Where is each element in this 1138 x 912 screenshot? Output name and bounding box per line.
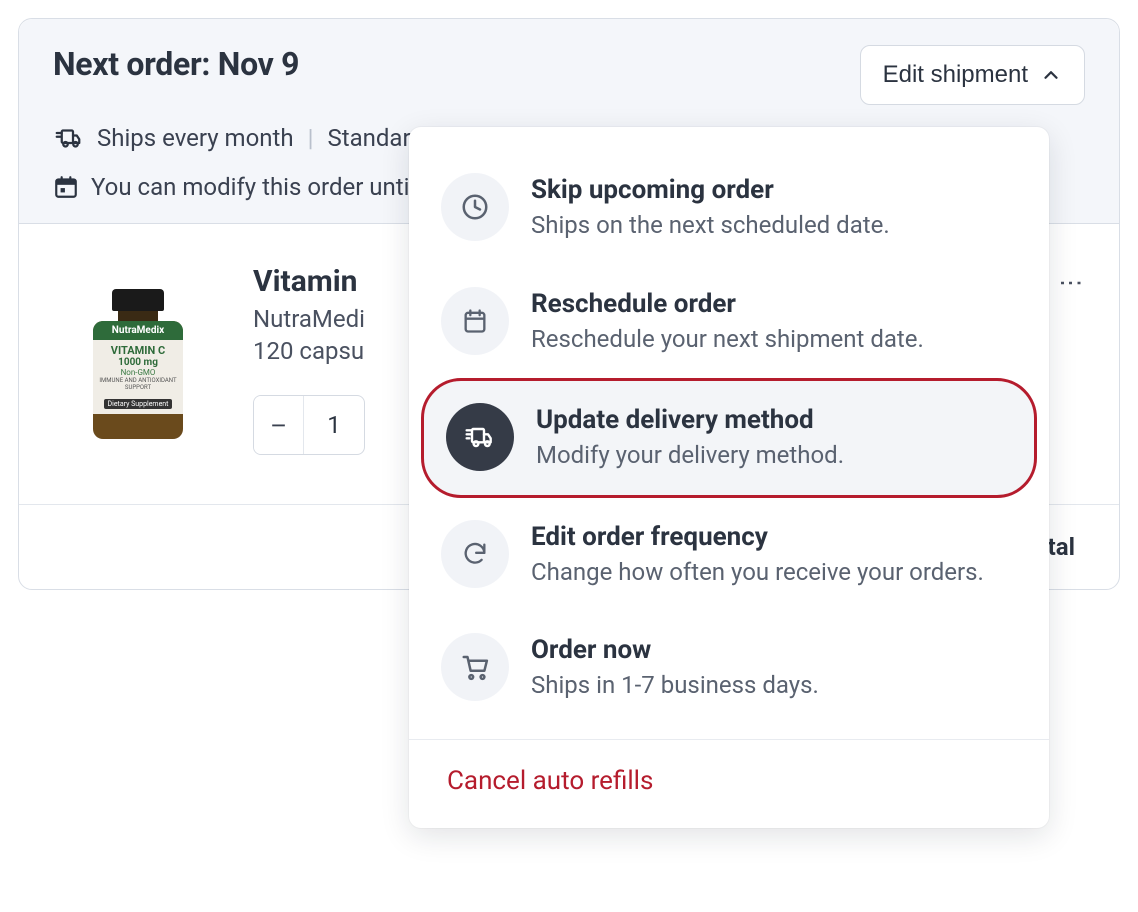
dropdown-item-sub: Ships in 1-7 business days. [531, 669, 1017, 703]
refresh-icon [441, 520, 509, 588]
dropdown-item-title: Order now [531, 635, 1017, 665]
dropdown-item-sub: Ships on the next scheduled date. [531, 209, 1017, 243]
product-image: NutraMedix VITAMIN C 1000 mg Non-GMO IMM… [53, 264, 223, 464]
edit-shipment-label: Edit shipment [883, 61, 1028, 89]
dropdown-item-sub: Modify your delivery method. [536, 439, 1012, 473]
dropdown-item-title: Reschedule order [531, 289, 1017, 319]
quantity-stepper: − 1 [253, 395, 365, 455]
calendar-icon [441, 287, 509, 355]
truck-icon [53, 123, 83, 153]
dropdown-item-sub: Reschedule your next shipment date. [531, 323, 1017, 357]
dropdown-item-title: Update delivery method [536, 405, 1012, 435]
dropdown-item-title: Skip upcoming order [531, 175, 1017, 205]
product-more-button[interactable]: ⋮ [1051, 264, 1091, 304]
dropdown-order-now[interactable]: Order now Ships in 1-7 business days. [421, 611, 1037, 725]
cart-icon [441, 633, 509, 701]
chevron-up-icon [1040, 64, 1062, 86]
dropdown-update-delivery[interactable]: Update delivery method Modify your deliv… [421, 378, 1037, 498]
edit-shipment-dropdown: Skip upcoming order Ships on the next sc… [409, 127, 1049, 828]
product-bottle: NutraMedix VITAMIN C 1000 mg Non-GMO IMM… [93, 289, 183, 439]
edit-shipment-button[interactable]: Edit shipment [860, 45, 1085, 105]
dropdown-item-sub: Change how often you receive your orders… [531, 556, 1017, 590]
quantity-value: 1 [304, 411, 364, 439]
order-card: Next order: Nov 9 Edit shipment Ships ev… [18, 18, 1120, 590]
ships-frequency-text: Ships every month [97, 124, 294, 152]
clock-icon [441, 173, 509, 241]
dropdown-edit-frequency[interactable]: Edit order frequency Change how often yo… [421, 498, 1037, 612]
dropdown-item-title: Edit order frequency [531, 522, 1017, 552]
meta-divider: | [308, 124, 314, 152]
modify-deadline-text: You can modify this order until 1 [91, 173, 435, 201]
truck-icon [446, 403, 514, 471]
subtotal-label: tal [1048, 533, 1075, 561]
dropdown-reschedule-order[interactable]: Reschedule order Reschedule your next sh… [421, 265, 1037, 379]
cancel-auto-refills-link[interactable]: Cancel auto refills [421, 740, 1037, 822]
bottle-brand: NutraMedix [93, 321, 183, 340]
dropdown-skip-order[interactable]: Skip upcoming order Ships on the next sc… [421, 151, 1037, 265]
quantity-decrease-button[interactable]: − [254, 396, 304, 454]
next-order-title: Next order: Nov 9 [53, 45, 299, 83]
calendar-icon [53, 174, 79, 200]
